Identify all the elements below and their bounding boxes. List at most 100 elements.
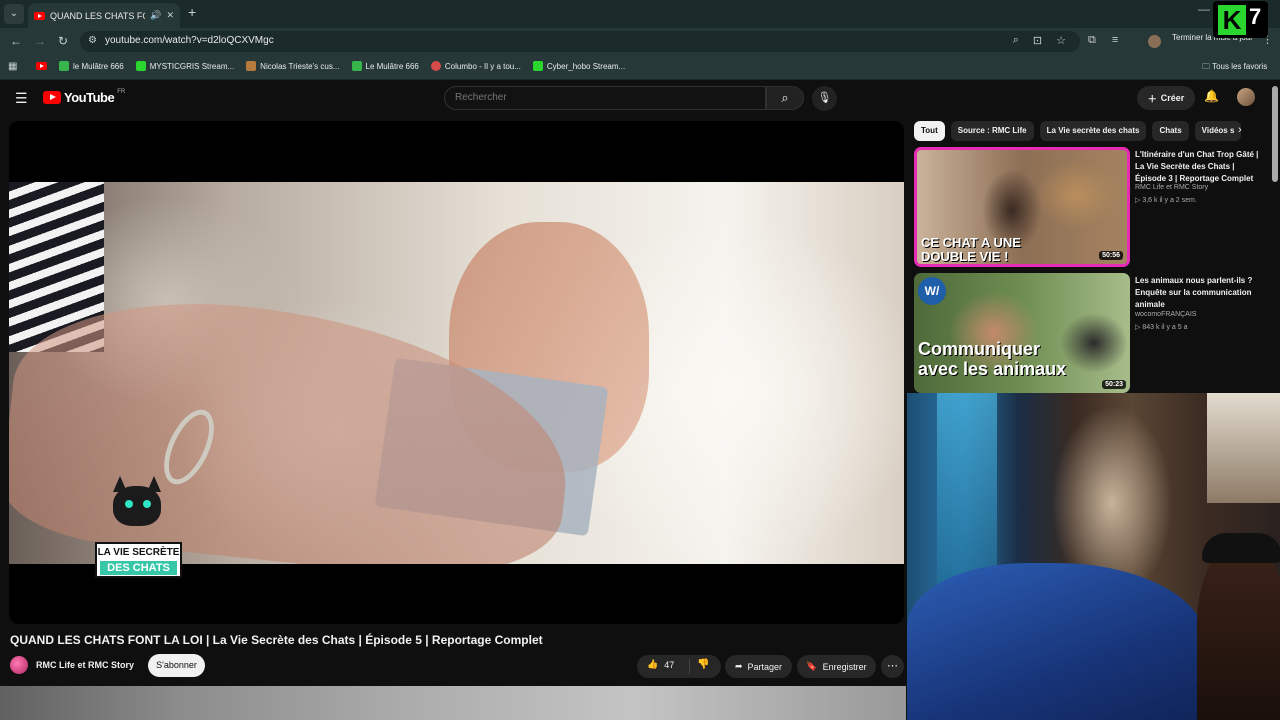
zoom-icon[interactable]: ⌕ [1013,34,1019,47]
chevron-right-icon[interactable]: › [1238,124,1242,136]
address-bar: ← → ↻ ⚙ youtube.com/watch?v=d2loQCXVMgc … [0,28,1280,55]
omnibox[interactable]: ⚙ youtube.com/watch?v=d2loQCXVMgc ⌕ ⊡ ☆ [80,31,1080,52]
divider [689,659,690,674]
chip-videos[interactable]: Vidéos s [1194,121,1242,141]
video-player[interactable]: LA VIE SECRÈTE DES CHATS [9,121,904,624]
webcam-cap [1202,533,1280,563]
bookmark-item[interactable]: le Mulâtre 666 [59,61,124,71]
minimize-icon[interactable]: — [1198,2,1210,16]
browser-tab[interactable]: QUAND LES CHATS FONT LA LOI 🔊 ✕ [28,3,180,28]
site-info-icon[interactable]: ⚙ [88,35,97,46]
bookmark-favicon-icon [532,61,543,71]
tab-title: QUAND LES CHATS FONT LA LOI [50,10,145,21]
channel-name[interactable]: RMC Life et RMC Story [36,660,134,670]
youtube-logo[interactable]: YouTube FR [43,89,125,105]
url-text[interactable]: youtube.com/watch?v=d2loQCXVMgc [105,35,274,46]
back-icon[interactable]: ← [10,34,22,48]
plus-icon: ＋ [1147,93,1157,104]
below-video-content [0,686,906,720]
share-arrow-icon: ➦ [734,661,743,671]
bookmark-favicon-icon [246,61,257,71]
recommendation-channel[interactable]: wocomoFRANÇAIS [1135,311,1196,318]
profile-avatar-icon[interactable] [1148,35,1161,48]
k7-letter: K [1218,5,1246,35]
show-logo-sign: LA VIE SECRÈTE DES CHATS [95,542,182,578]
youtube-play-icon [43,91,61,104]
thumbnail-caption: Communiquer avec les animaux [918,339,1067,379]
chip-cats[interactable]: Chats [1152,121,1189,141]
youtube-bookmark-icon[interactable] [36,62,47,70]
webcam-jacket [907,563,1207,720]
youtube-favicon-icon [34,11,45,20]
recommendation-title[interactable]: Les animaux nous parlent-ils ? Enquête s… [1135,275,1263,311]
reading-list-icon[interactable]: ≡ [1112,34,1118,47]
create-button[interactable]: ＋ Créer [1137,86,1195,110]
chip-all[interactable]: Tout [914,121,945,141]
share-button[interactable]: ➦ Partager [725,655,792,678]
webcam-person [1197,543,1280,720]
extensions-icon[interactable]: ⧉ [1088,34,1096,47]
like-button[interactable]: 👍 47 [647,659,674,670]
recommendation-title[interactable]: L'Itinéraire d'un Chat Trop Gâté | La Vi… [1135,149,1263,185]
recommendation-meta: ▷ 3,6 k il y a 2 sem. [1135,197,1197,204]
channel-logo-icon: W/ [918,277,946,305]
k7-number: 7 [1249,4,1262,29]
like-count: 47 [664,659,675,670]
recommendation-item[interactable]: W/ Communiquer avec les animaux 50:23 Le… [914,273,1270,393]
apps-grid-icon[interactable]: ▦ [8,61,17,72]
search-icon[interactable]: ⌕ [766,86,804,110]
webcam-light [937,393,997,593]
subscribe-button[interactable]: S'abonner [148,654,205,677]
webcam-poster [1207,393,1280,503]
video-duration: 50:23 [1102,380,1126,389]
chip-series[interactable]: La Vie secrète des chats [1039,121,1147,141]
thumbnail-caption: CE CHAT A UNE DOUBLE VIE ! [921,235,1021,264]
reload-icon[interactable]: ↻ [58,34,68,48]
search-box[interactable] [444,86,766,110]
recommendation-item[interactable]: CE CHAT A UNE DOUBLE VIE ! 50:56 L'Itiné… [914,147,1270,267]
new-tab-button[interactable]: + [188,4,196,20]
bookmark-star-icon[interactable]: ☆ [1056,34,1066,47]
show-logo: LA VIE SECRÈTE DES CHATS [95,476,183,578]
youtube-header: ☰ YouTube FR ⌕ 🎙 ＋Créer 🔔 [0,81,1280,116]
cat-head-icon [113,486,161,526]
recommendation-channel[interactable]: RMC Life et RMC Story [1135,184,1208,191]
bookmarks-bar: ▦ le Mulâtre 666 MYSTICGRIS Stream... Ni… [0,55,1280,80]
bookmark-favicon-icon [135,61,146,71]
bookmark-icon: 🔖 [806,661,818,671]
bookmark-favicon-icon [430,61,441,71]
save-button[interactable]: 🔖 Enregistrer [797,655,876,678]
webcam-overlay [907,393,1280,720]
channel-avatar[interactable] [10,656,28,674]
bookmark-item[interactable]: Cyber_hobo Stream... [532,61,625,71]
notifications-bell-icon[interactable]: 🔔 [1204,89,1219,103]
thumbs-down-icon[interactable]: 👎 [697,659,709,670]
bookmark-favicon-icon [351,61,362,71]
like-dislike-group: 👍 47 👎 [637,655,721,678]
video-title: QUAND LES CHATS FONT LA LOI | La Vie Sec… [10,633,543,647]
chip-source[interactable]: Source : RMC Life [950,121,1034,141]
forward-icon[interactable]: → [34,34,46,48]
thumbs-up-icon: 👍 [647,659,659,669]
tab-close-icon[interactable]: ✕ [166,10,174,21]
bookmark-item[interactable]: Nicolas Trieste's cus... [246,61,340,71]
bookmark-item[interactable]: Le Mulâtre 666 [351,61,419,71]
more-actions-icon[interactable]: ⋯ [881,655,904,678]
tab-search-button[interactable]: ⌄ [4,4,24,24]
recommendation-thumbnail[interactable]: CE CHAT A UNE DOUBLE VIE ! 50:56 [914,147,1130,267]
page-scrollbar[interactable] [1272,86,1278,182]
speaker-icon[interactable]: 🔊 [150,10,161,21]
microphone-icon[interactable]: 🎙 [812,86,837,111]
hamburger-menu-icon[interactable]: ☰ [15,90,28,107]
recommendation-thumbnail[interactable]: W/ Communiquer avec les animaux 50:23 [914,273,1130,393]
search-input[interactable] [455,92,755,103]
recommendation-meta: ▷ 843 k il y a 5 a [1135,324,1188,331]
all-bookmarks-folder[interactable]: 🗀 Tous les favoris [1202,61,1267,75]
browser-tab-bar: ⌄ QUAND LES CHATS FONT LA LOI 🔊 ✕ + — [0,0,1280,28]
cat-eye-icon [125,500,133,508]
bookmark-item[interactable]: MYSTICGRIS Stream... [135,61,234,71]
bookmark-item[interactable]: Columbo - Il y a tou... [430,61,521,71]
account-avatar[interactable] [1237,88,1255,106]
filter-chips: Tout Source : RMC Life La Vie secrète de… [914,121,1260,142]
install-icon[interactable]: ⊡ [1033,34,1042,47]
